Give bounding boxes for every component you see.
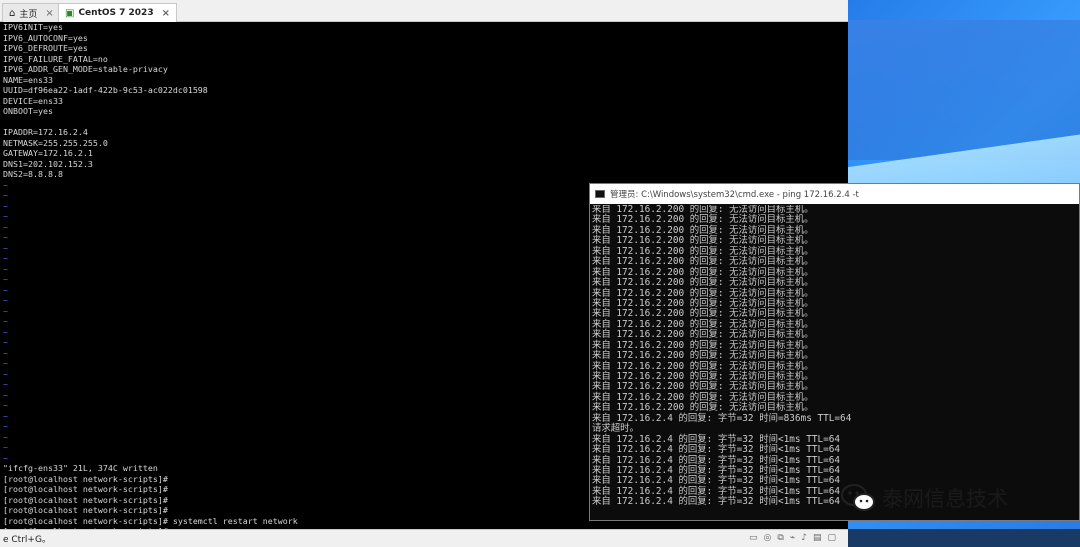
printer-icon[interactable]: ▤ [813, 533, 822, 543]
tab-centos[interactable]: ▣ CentOS 7 2023 × [58, 3, 177, 22]
hdd-icon[interactable]: ▭ [749, 533, 758, 543]
cmd-output[interactable]: 来自 172.16.2.200 的回复: 无法访问目标主机。 来自 172.16.… [592, 205, 1079, 520]
taskbar [848, 529, 1080, 547]
vm-icon: ▣ [65, 7, 75, 19]
cmd-window[interactable]: 管理员: C:\Windows\system32\cmd.exe - ping … [589, 183, 1080, 521]
terminal-line: IPV6_ADDR_GEN_MODE=stable-privacy [3, 64, 168, 74]
network-icon[interactable]: ⧉ [777, 533, 783, 543]
ping-reply-line: 来自 172.16.2.4 的回复: 字节=32 时间=836ms TTL=64 [592, 412, 852, 424]
display-icon[interactable]: ▢ [827, 533, 836, 543]
terminal-line: GATEWAY=172.16.2.1 [3, 148, 93, 158]
device-icons: ▭ ◎ ⧉ ⌁ ♪ ▤ ▢ [749, 533, 836, 543]
terminal-line: DNS2=8.8.8.8 [3, 169, 63, 179]
status-text: e Ctrl+G。 [3, 535, 51, 545]
terminal-line: ONBOOT=yes [3, 106, 53, 116]
tab-label: 主页 [19, 9, 38, 20]
tab-home[interactable]: ⌂ 主页 × [2, 3, 61, 22]
vm-status-bar: e Ctrl+G。 ▭ ◎ ⧉ ⌁ ♪ ▤ ▢ [0, 529, 848, 547]
cmd-titlebar[interactable]: 管理员: C:\Windows\system32\cmd.exe - ping … [590, 184, 1079, 204]
usb-icon[interactable]: ⌁ [790, 533, 795, 543]
close-icon[interactable]: × [162, 8, 170, 19]
sound-icon[interactable]: ♪ [801, 533, 807, 543]
cmd-icon [595, 190, 605, 198]
terminal-line: DNS1=202.102.152.3 [3, 158, 93, 169]
home-icon: ⌂ [9, 7, 16, 19]
terminal-line: IPADDR=172.16.2.4 [3, 127, 88, 137]
ping-unreachable-line: 来自 172.16.2.200 的回复: 无法访问目标主机。 [592, 350, 814, 362]
terminal-line: IPV6INIT=yes [3, 22, 63, 32]
wechat-logo-icon [841, 484, 875, 511]
watermark: 泰网信息技术 [840, 480, 1008, 516]
terminal-line: IPV6_DEFROUTE=yes [3, 43, 88, 53]
watermark-text: 泰网信息技术 [882, 487, 1008, 511]
tab-label: CentOS 7 2023 [78, 8, 154, 18]
ping-reply-line: 来自 172.16.2.4 的回复: 字节=32 时间<1ms TTL=64 [592, 444, 841, 456]
terminal-line: IPV6_FAILURE_FATAL=no [3, 53, 108, 64]
terminal-line: IPV6_AUTOCONF=yes [3, 32, 88, 43]
tab-bar: ⌂ 主页 × ▣ CentOS 7 2023 × [0, 0, 848, 22]
terminal-line: DEVICE=ens33 [3, 95, 63, 106]
terminal-line: NETMASK=255.255.255.0 [3, 137, 108, 148]
terminal-line: NAME=ens33 [3, 74, 53, 85]
terminal-line: UUID=df96ea22-1adf-422b-9c53-ac022dc0159… [3, 85, 208, 95]
cd-icon[interactable]: ◎ [764, 533, 772, 543]
cmd-title: 管理员: C:\Windows\system32\cmd.exe - ping … [610, 190, 859, 200]
close-icon[interactable]: × [45, 8, 53, 19]
ping-unreachable-line: 来自 172.16.2.200 的回复: 无法访问目标主机。 [592, 277, 814, 289]
